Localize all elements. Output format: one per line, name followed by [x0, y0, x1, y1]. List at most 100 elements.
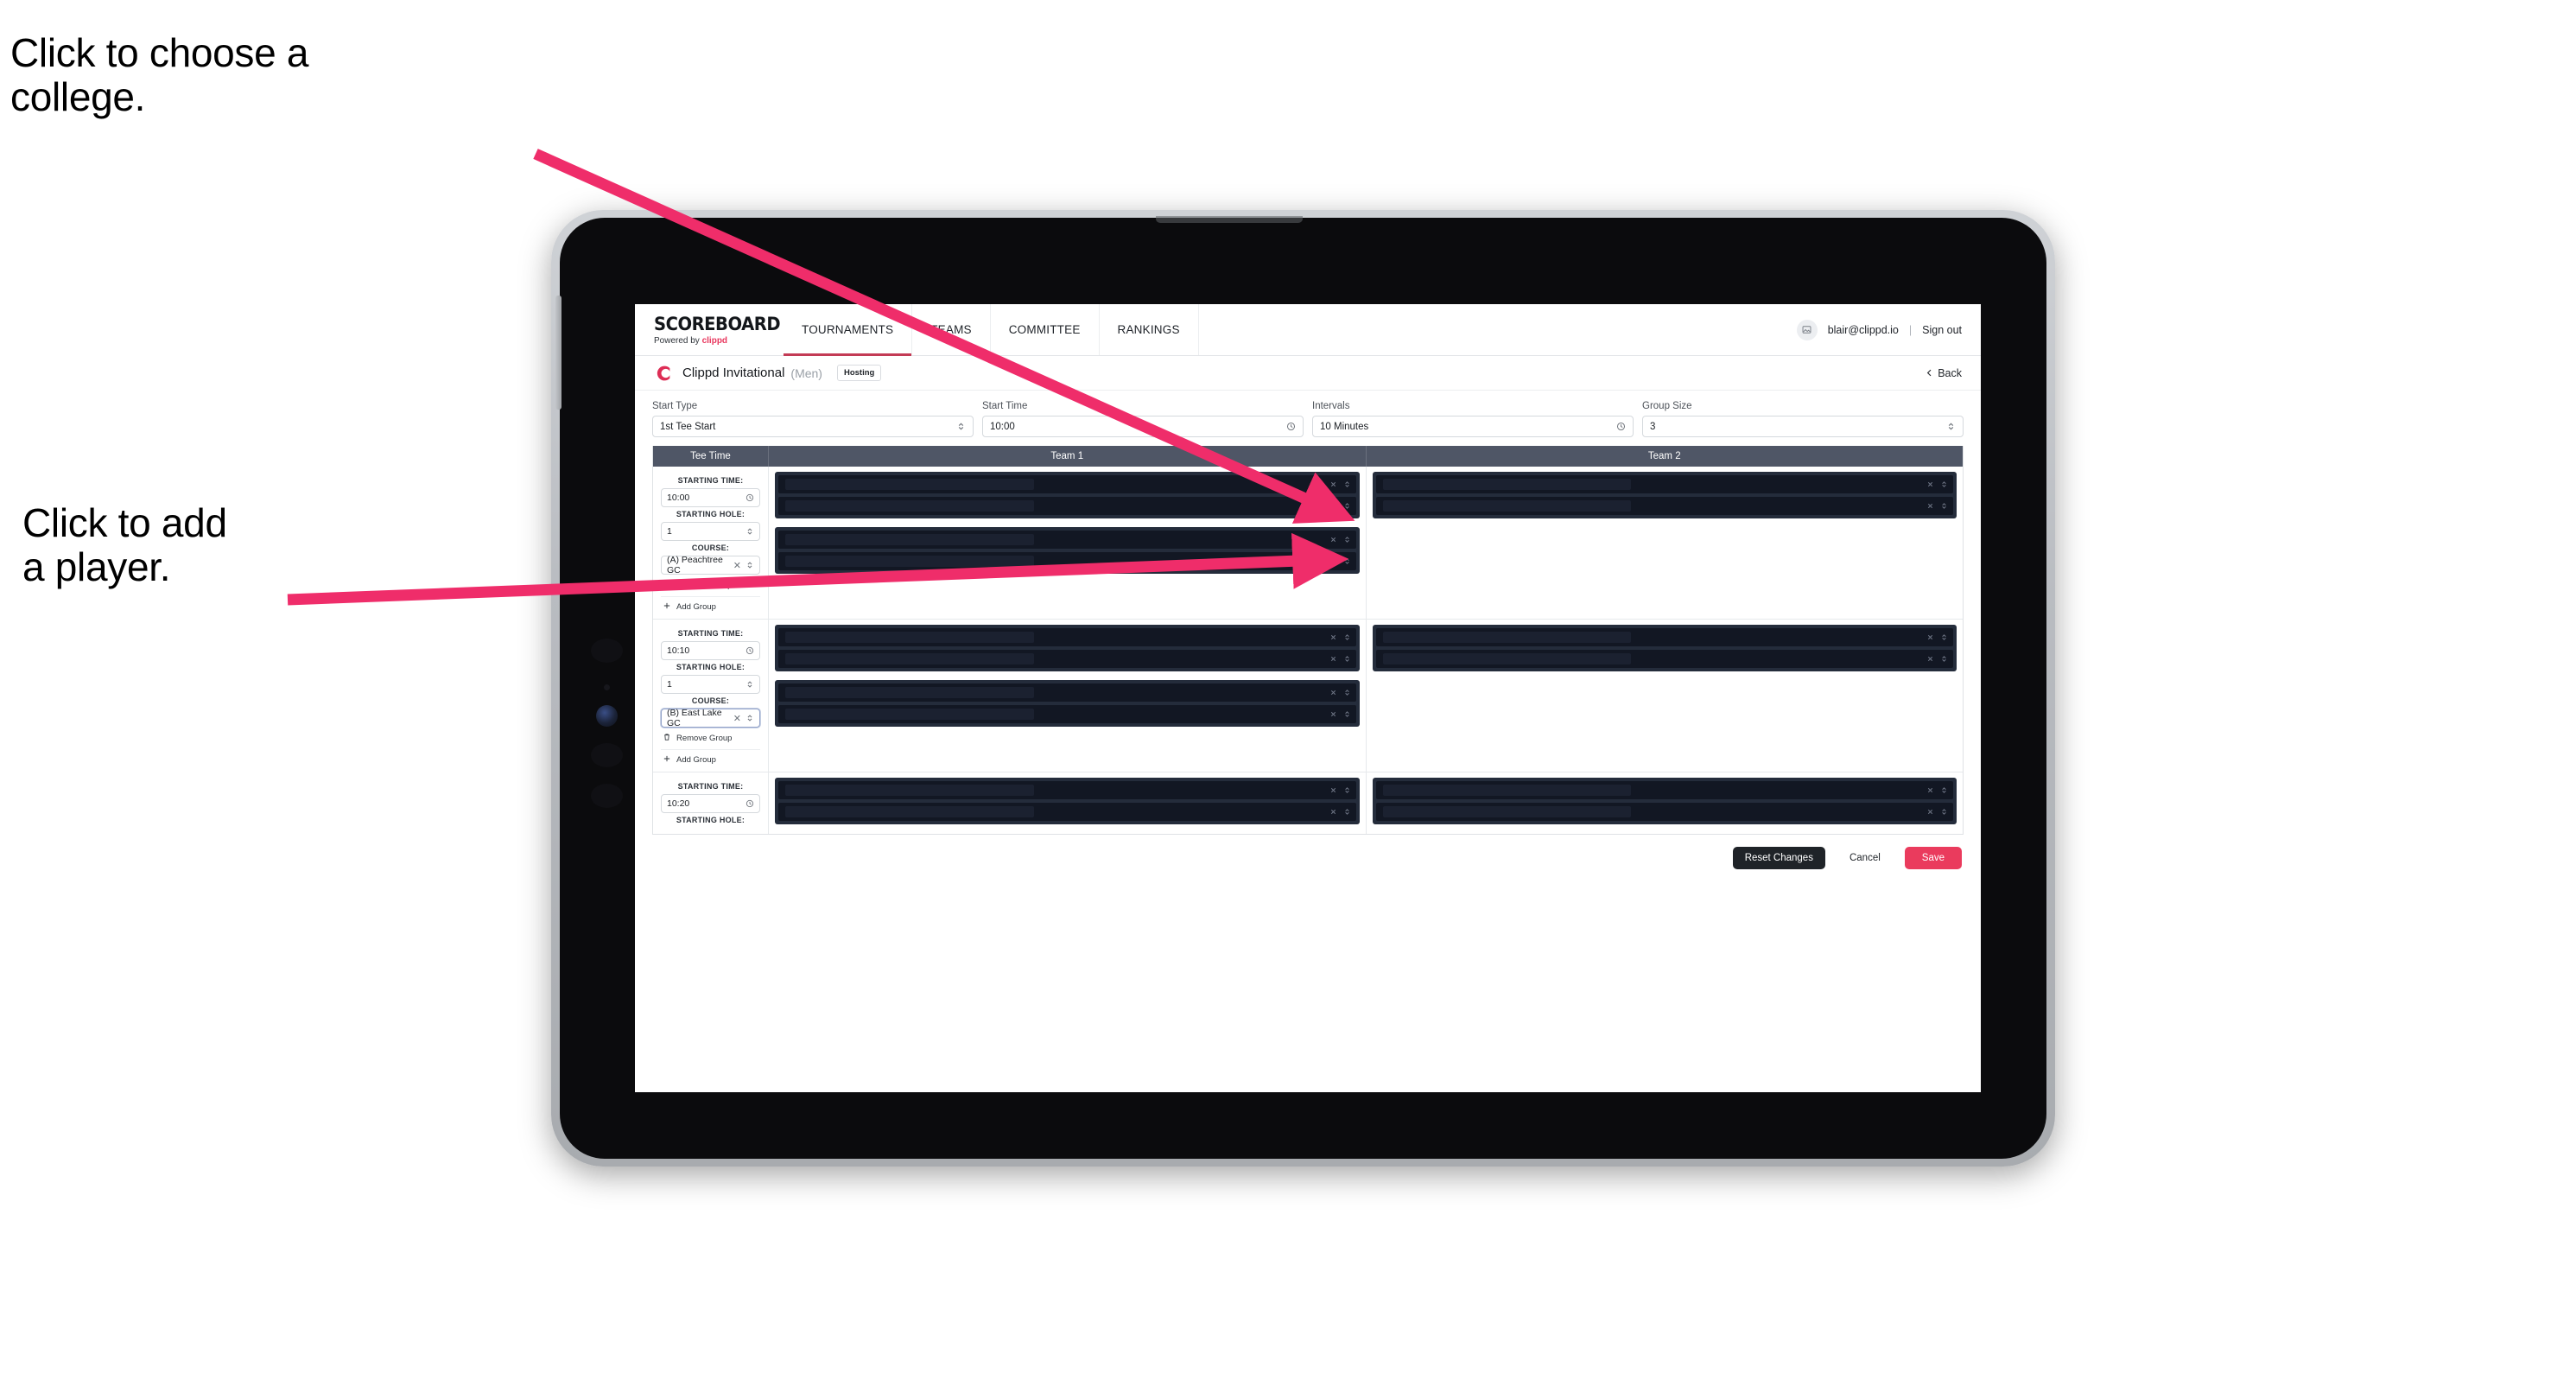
updown-chevron-icon[interactable] [1940, 631, 1948, 644]
close-x-icon[interactable] [1329, 499, 1337, 512]
column-header-tee-time: Tee Time [653, 446, 769, 467]
course-select[interactable]: (A) Peachtree GC ✕ [661, 555, 760, 575]
updown-chevron-icon [746, 527, 754, 536]
close-x-icon[interactable] [1329, 652, 1337, 665]
updown-chevron-icon[interactable] [1343, 631, 1351, 644]
updown-chevron-icon[interactable] [1343, 555, 1351, 568]
player-slot[interactable] [778, 497, 1356, 515]
player-slot[interactable] [1375, 781, 1953, 799]
close-x-icon[interactable] [1329, 708, 1337, 721]
starting-hole-label: STARTING HOLE: [676, 663, 746, 671]
close-x-icon[interactable] [1926, 652, 1934, 665]
player-slot[interactable] [778, 552, 1356, 570]
start-time-input[interactable]: 10:00 [982, 416, 1304, 437]
start-type-select[interactable]: 1st Tee Start [652, 416, 974, 437]
chevron-left-icon [1927, 369, 1932, 377]
starting-hole-input[interactable]: 1 [661, 522, 760, 541]
remove-group-button[interactable]: Remove Group [661, 728, 760, 750]
updown-chevron-icon[interactable] [1343, 784, 1351, 797]
nav-tab-tournaments[interactable]: TOURNAMENTS [784, 304, 913, 356]
sign-out-link[interactable]: Sign out [1922, 324, 1962, 336]
add-group-button[interactable]: Add Group [661, 597, 760, 613]
add-group-button[interactable]: Add Group [661, 750, 760, 766]
group-size-select[interactable]: 3 [1642, 416, 1964, 437]
close-x-icon[interactable] [1329, 533, 1337, 546]
player-slot[interactable] [1375, 497, 1953, 515]
updown-chevron-icon[interactable] [1940, 499, 1948, 512]
tournament-title-bar: Clippd Invitational (Men) Hosting Back [635, 356, 1981, 391]
player-slot[interactable] [778, 650, 1356, 668]
updown-chevron-icon[interactable] [1343, 478, 1351, 491]
course-select[interactable]: (B) East Lake GC ✕ [661, 708, 760, 728]
close-x-icon[interactable] [1329, 686, 1337, 699]
brand-logo[interactable]: SCOREBOARD Powered by clippd [635, 304, 784, 355]
start-time-value: 10:00 [990, 421, 1015, 432]
updown-chevron-icon[interactable] [1343, 499, 1351, 512]
avatar[interactable] [1796, 319, 1818, 340]
player-slot-actions [1329, 555, 1351, 568]
player-name-redacted [785, 632, 1034, 643]
save-button[interactable]: Save [1904, 847, 1962, 869]
player-slot-actions [1329, 708, 1351, 721]
player-slot[interactable] [778, 475, 1356, 493]
player-slot[interactable] [778, 705, 1356, 723]
remove-group-button[interactable]: Remove Group [661, 575, 760, 597]
nav-tab-committee[interactable]: COMMITTEE [991, 304, 1100, 355]
course-value: (B) East Lake GC [667, 708, 722, 728]
updown-chevron-icon[interactable] [1940, 478, 1948, 491]
close-x-icon[interactable] [1329, 805, 1337, 818]
close-x-icon[interactable] [1926, 805, 1934, 818]
starting-time-input[interactable]: 10:10 [661, 641, 760, 660]
close-x-icon[interactable] [1329, 784, 1337, 797]
status-badge: Hosting [836, 365, 882, 381]
updown-chevron-icon[interactable] [1940, 784, 1948, 797]
intervals-input[interactable]: 10 Minutes [1312, 416, 1634, 437]
close-x-icon[interactable] [1329, 631, 1337, 644]
close-x-icon[interactable]: ✕ [733, 713, 741, 724]
player-slot[interactable] [778, 781, 1356, 799]
player-name-redacted [1382, 479, 1632, 490]
nav-tab-teams[interactable]: TEAMS [912, 304, 991, 355]
player-slot[interactable] [1375, 628, 1953, 646]
close-x-icon[interactable] [1926, 478, 1934, 491]
updown-chevron-icon[interactable] [1343, 652, 1351, 665]
player-slot[interactable] [1375, 475, 1953, 493]
starting-time-input[interactable]: 10:20 [661, 794, 760, 813]
player-slot[interactable] [778, 628, 1356, 646]
starting-time-input[interactable]: 10:00 [661, 488, 760, 507]
reset-changes-button[interactable]: Reset Changes [1732, 847, 1825, 869]
updown-chevron-icon[interactable] [1343, 533, 1351, 546]
player-slot[interactable] [1375, 650, 1953, 668]
player-slot-actions [1329, 805, 1351, 818]
tablet-sensor2-icon [591, 743, 623, 767]
player-slot[interactable] [778, 683, 1356, 702]
close-x-icon[interactable] [1926, 784, 1934, 797]
close-x-icon[interactable] [1926, 631, 1934, 644]
close-x-icon[interactable] [1329, 478, 1337, 491]
player-group [775, 680, 1360, 727]
close-x-icon[interactable] [1329, 555, 1337, 568]
updown-chevron-icon[interactable] [1343, 686, 1351, 699]
team1-cell [769, 620, 1367, 772]
updown-chevron-icon[interactable] [1343, 805, 1351, 818]
updown-chevron-icon[interactable] [1940, 805, 1948, 818]
cancel-button[interactable]: Cancel [1837, 847, 1893, 869]
player-name-redacted [785, 806, 1034, 817]
control-intervals: Intervals 10 Minutes [1312, 401, 1634, 437]
close-x-icon[interactable]: ✕ [733, 560, 741, 571]
updown-chevron-icon[interactable] [1343, 708, 1351, 721]
back-button[interactable]: Back [1926, 367, 1962, 379]
player-slot[interactable] [778, 531, 1356, 549]
tablet-top-speaker [1156, 216, 1303, 223]
remove-group-label: Remove Group [676, 581, 733, 590]
player-slot[interactable] [1375, 803, 1953, 821]
updown-chevron-icon[interactable] [1940, 652, 1948, 665]
table-body: STARTING TIME: 10:00 STARTING HOLE: 1 COURSE… [653, 467, 1963, 834]
tablet-camera-icon [596, 705, 618, 727]
player-slot[interactable] [778, 803, 1356, 821]
close-x-icon[interactable] [1926, 499, 1934, 512]
nav-tab-rankings[interactable]: RANKINGS [1100, 304, 1199, 355]
brand-wordmark: SCOREBOARD [654, 314, 781, 334]
player-group [1372, 625, 1957, 671]
starting-hole-input[interactable]: 1 [661, 675, 760, 694]
